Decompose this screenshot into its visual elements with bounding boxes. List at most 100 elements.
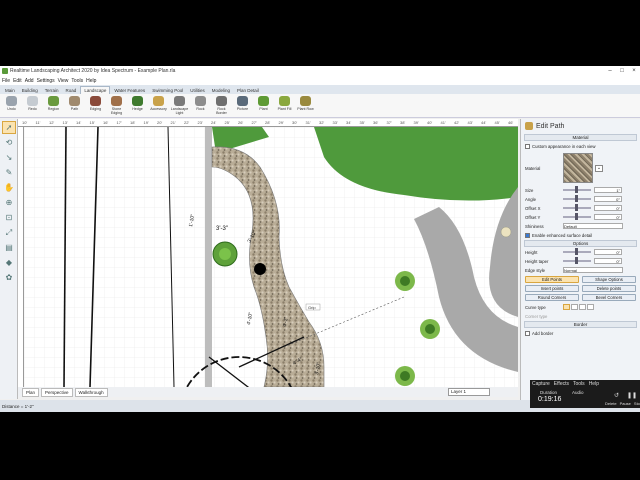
curve-type-options[interactable] xyxy=(563,304,594,310)
param-row-offset-x: Offset X 0" xyxy=(525,204,636,212)
ribbon-button-rock-border[interactable]: Rock Border xyxy=(212,94,231,117)
plant-icon[interactable] xyxy=(400,276,410,286)
ribbon-button-edging[interactable]: Edging xyxy=(86,94,105,117)
view-tab-perspective[interactable]: Perspective xyxy=(41,387,73,397)
plan-canvas[interactable]: 3'-3" 3'-10" 4'-10" 4'-1" 3'-10" 1'-10" … xyxy=(24,127,518,387)
param-slider[interactable] xyxy=(563,186,591,193)
plant-icon[interactable] xyxy=(425,324,435,334)
pan-hand-icon[interactable]: ✋ xyxy=(2,181,16,194)
menu-item-add[interactable]: Add xyxy=(25,78,34,84)
paint-icon[interactable]: ◆ xyxy=(2,256,16,269)
tab-water-features[interactable]: Water Features xyxy=(111,87,148,94)
recorder-menu-effects[interactable]: Effects xyxy=(554,381,569,387)
custom-appearance-checkbox[interactable] xyxy=(525,143,530,149)
close-button[interactable]: × xyxy=(628,66,640,76)
param-slider[interactable] xyxy=(563,204,591,211)
path-icon xyxy=(525,122,533,130)
material-swatch[interactable] xyxy=(563,153,593,183)
tab-building[interactable]: Building xyxy=(19,87,41,94)
tab-utilities[interactable]: Utilities xyxy=(187,87,208,94)
tab-plan-detail[interactable]: Plan Detail xyxy=(234,87,262,94)
ribbon-button-stone-edging[interactable]: Stone Edging xyxy=(107,94,126,117)
zoom-fit-icon[interactable]: ⤢ xyxy=(2,226,16,239)
menu-item-tools[interactable]: Tools xyxy=(71,78,83,84)
ribbon-button-undo[interactable]: Undo xyxy=(2,94,21,117)
ribbon-button-accessory[interactable]: Accessory xyxy=(149,94,168,117)
options-section-header[interactable]: Options xyxy=(524,240,637,247)
delete-points-button[interactable]: Delete points xyxy=(582,285,636,292)
tab-swimming-pool[interactable]: Swimming Pool xyxy=(149,87,186,94)
minimize-button[interactable]: – xyxy=(604,66,616,76)
add-border-checkbox[interactable] xyxy=(525,330,530,336)
ribbon-button-plant-fill[interactable]: Plant Fill xyxy=(275,94,294,117)
shape-options-button[interactable]: Shape Options xyxy=(582,276,636,283)
measure-icon[interactable]: ↘ xyxy=(2,151,16,164)
menu-item-view[interactable]: View xyxy=(58,78,69,84)
param-slider[interactable] xyxy=(563,213,591,220)
round-corners-button[interactable]: Round Corners xyxy=(525,294,579,301)
param-value[interactable]: 0" xyxy=(594,205,622,211)
tab-landscape[interactable]: Landscape xyxy=(80,86,111,94)
shininess-select[interactable]: Default xyxy=(563,223,623,229)
recording-time: 0:19:16 xyxy=(538,396,562,403)
add-border-row[interactable]: Add border xyxy=(525,329,636,337)
plant-icon[interactable] xyxy=(400,371,410,381)
rotate-icon[interactable]: ⟲ xyxy=(2,136,16,149)
menu-item-settings[interactable]: Settings xyxy=(37,78,55,84)
edge-style-select[interactable]: Normal xyxy=(563,267,623,273)
ribbon-button-hedge[interactable]: Hedge xyxy=(128,94,147,117)
view-tab-walkthrough[interactable]: Walkthrough xyxy=(74,387,108,397)
plan-drawing[interactable]: 3'-3" 3'-10" 4'-10" 4'-1" 3'-10" 1'-10" … xyxy=(24,127,518,387)
param-value[interactable]: 1" xyxy=(594,187,622,193)
maximize-button[interactable]: □ xyxy=(616,66,628,76)
menu-item-file[interactable]: File xyxy=(2,78,10,84)
tab-modeling[interactable]: Modeling xyxy=(209,87,233,94)
border-section-header[interactable]: Border xyxy=(524,321,637,328)
layer-icon[interactable]: ▤ xyxy=(2,241,16,254)
enhanced-row[interactable]: Enable enhanced surface detail xyxy=(525,231,636,239)
ribbon-button-plant[interactable]: Plant xyxy=(254,94,273,117)
tab-main[interactable]: Main xyxy=(2,87,18,94)
recorder-menu-tools[interactable]: Tools xyxy=(573,381,585,387)
material-dropdown-button[interactable]: ⌄ xyxy=(595,164,603,172)
height-value[interactable]: 0" xyxy=(594,249,622,255)
layer-select[interactable]: Layer 1 xyxy=(448,388,490,396)
menu-item-help[interactable]: Help xyxy=(86,78,96,84)
ribbon-button-redo[interactable]: Redo xyxy=(23,94,42,117)
ribbon-button-picture[interactable]: Picture xyxy=(233,94,252,117)
insert-points-button[interactable]: Insert points xyxy=(525,285,579,292)
menu-item-edit[interactable]: Edit xyxy=(13,78,22,84)
tab-road[interactable]: Road xyxy=(63,87,80,94)
shrub-icon[interactable] xyxy=(219,248,231,260)
ribbon-button-landscape-light[interactable]: Landscape Light xyxy=(170,94,189,117)
plant-tool-icon[interactable]: ✿ xyxy=(2,271,16,284)
select-arrow-icon[interactable]: ➚ xyxy=(2,121,16,134)
pause-icon[interactable]: ❚❚ xyxy=(627,392,637,399)
param-value[interactable]: 0" xyxy=(594,214,622,220)
height-taper-value[interactable]: 0" xyxy=(594,258,622,264)
ribbon-button-path[interactable]: Path xyxy=(65,94,84,117)
shrub-small-icon[interactable] xyxy=(500,226,512,238)
height-slider[interactable] xyxy=(563,248,591,255)
ribbon-button-label: Plant Row xyxy=(297,107,314,111)
bevel-corners-button[interactable]: Bevel Corners xyxy=(582,294,636,301)
enhanced-checkbox[interactable] xyxy=(525,232,530,238)
pencil-icon[interactable]: ✎ xyxy=(2,166,16,179)
zoom-window-icon[interactable]: ⊡ xyxy=(2,211,16,224)
recorder-menu-capture[interactable]: Capture xyxy=(532,381,550,387)
delete-icon[interactable]: ↺ xyxy=(614,392,619,399)
handle-marker[interactable] xyxy=(254,263,266,275)
height-taper-slider[interactable] xyxy=(563,257,591,264)
material-section-header[interactable]: Material xyxy=(524,134,637,141)
ribbon-button-region[interactable]: Region xyxy=(44,94,63,117)
param-slider[interactable] xyxy=(563,195,591,202)
recorder-menu-help[interactable]: Help xyxy=(589,381,599,387)
zoom-in-icon[interactable]: ⊕ xyxy=(2,196,16,209)
ribbon-button-plant-row[interactable]: Plant Row xyxy=(296,94,315,117)
custom-appearance-row[interactable]: Custom appearance in each view xyxy=(525,142,636,150)
view-tab-plan[interactable]: Plan xyxy=(22,387,40,397)
edit-points-button[interactable]: Edit Points xyxy=(525,276,579,283)
param-value[interactable]: 0° xyxy=(594,196,622,202)
ribbon-button-rock[interactable]: Rock xyxy=(191,94,210,117)
tab-terrain[interactable]: Terrain xyxy=(42,87,62,94)
